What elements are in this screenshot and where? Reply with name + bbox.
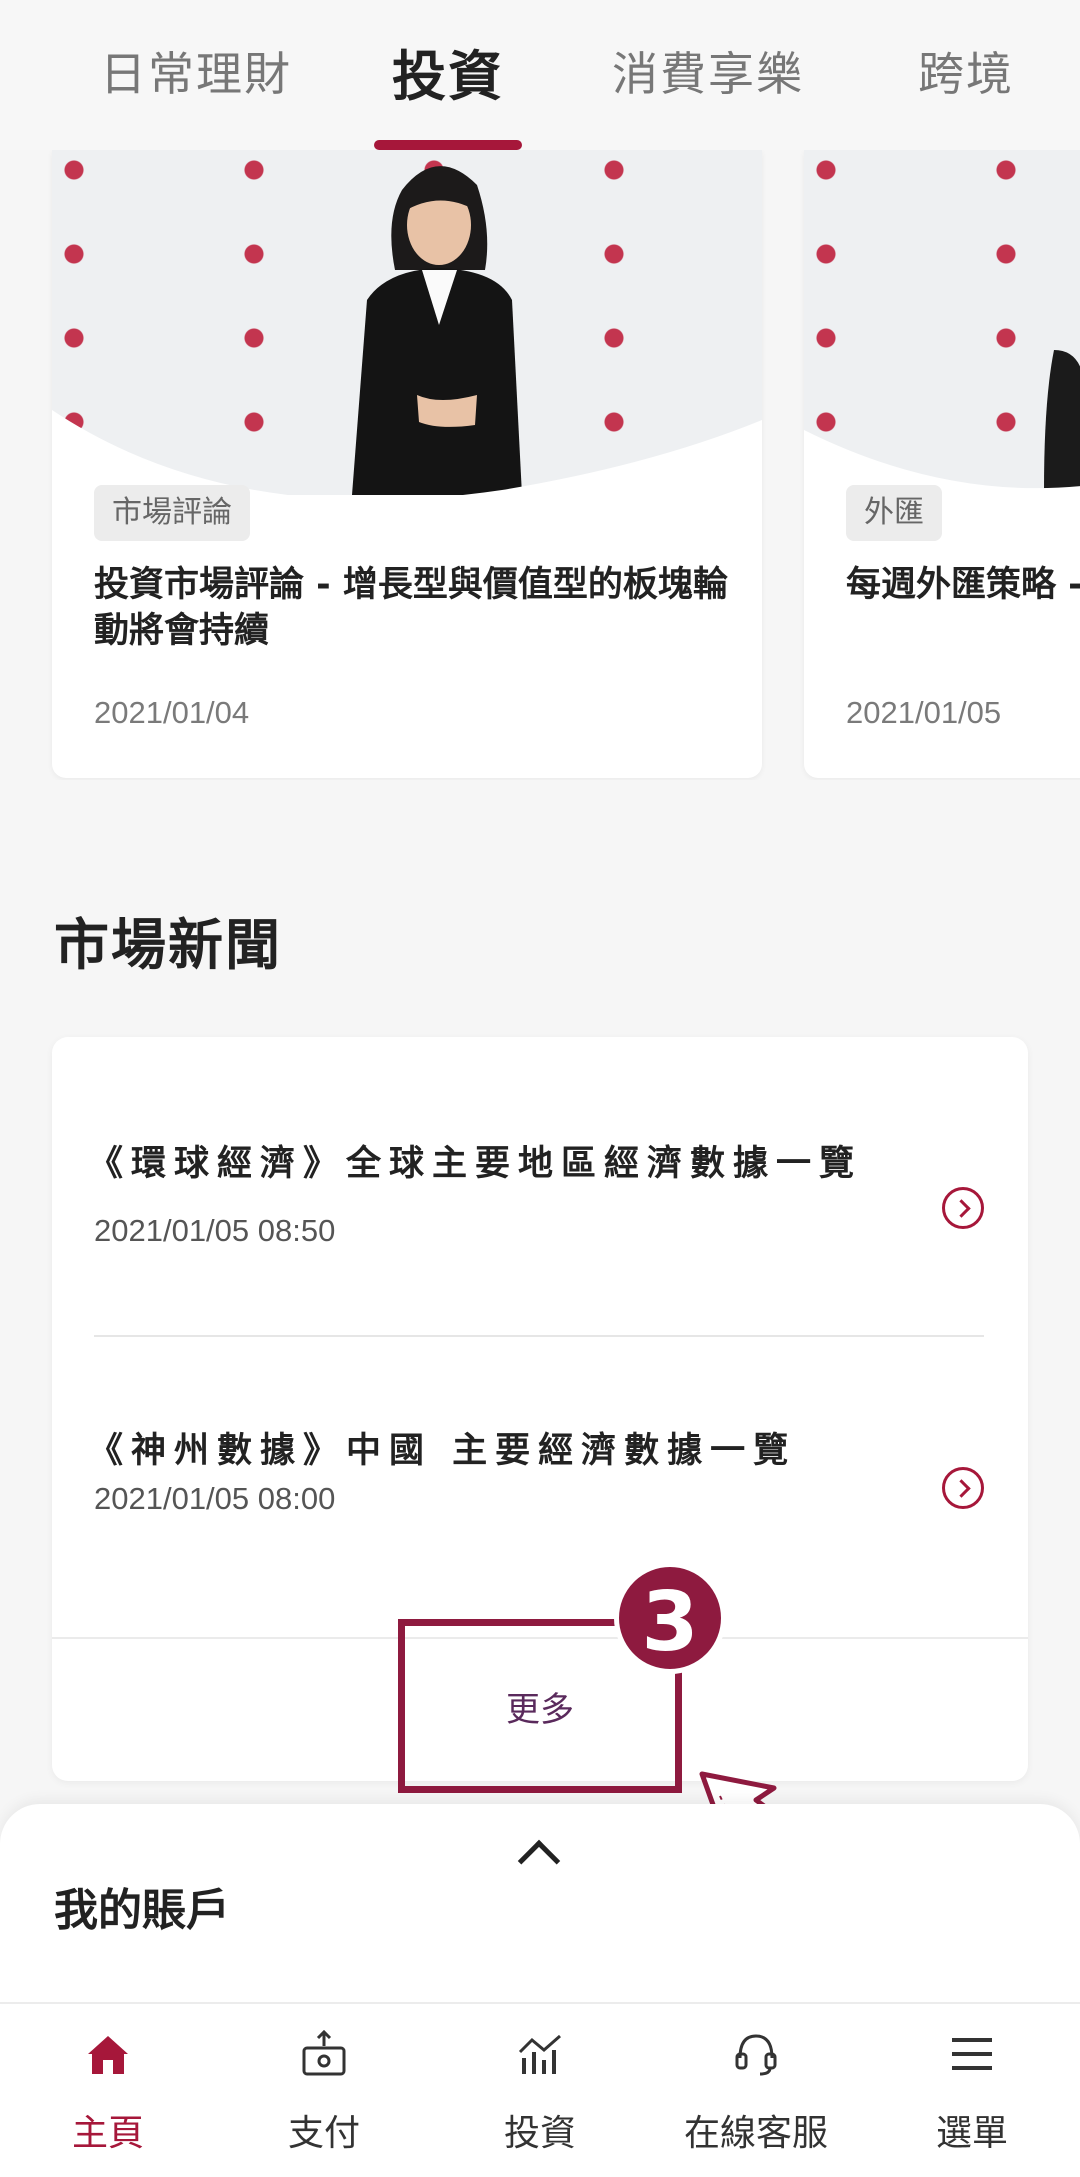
article-image <box>52 150 762 495</box>
nav-home[interactable]: 主頁 <box>0 2004 216 2177</box>
payment-icon <box>302 2030 346 2076</box>
article-carousel[interactable]: 市場評論 投資市場評論 - 增長型與價值型的板塊輪動將會持續 2021/01/0… <box>0 150 1080 780</box>
chevron-right-circle-icon[interactable] <box>942 1467 984 1509</box>
article-card[interactable]: 市場評論 投資市場評論 - 增長型與價值型的板塊輪動將會持續 2021/01/0… <box>52 150 762 778</box>
menu-icon <box>952 2038 992 2070</box>
nav-label: 主頁 <box>71 2113 144 2154</box>
tab-cross-border[interactable]: 跨境 <box>918 38 1014 104</box>
active-tab-indicator <box>374 140 522 150</box>
nav-label: 投資 <box>503 2113 576 2154</box>
article-image <box>804 150 1080 495</box>
nav-menu[interactable]: 選單 <box>864 2004 1080 2177</box>
article-date: 2021/01/04 <box>94 695 250 730</box>
market-news-heading: 市場新聞 <box>54 913 283 977</box>
account-drawer-title: 我的賬戶 <box>54 1885 230 1936</box>
article-title: 投資市場評論 - 增長型與價值型的板塊輪動將會持續 <box>94 565 728 651</box>
nav-label: 支付 <box>287 2113 360 2154</box>
tab-investment[interactable]: 投資 <box>392 32 504 111</box>
chevron-up-icon[interactable] <box>517 1839 561 1883</box>
investment-chart-icon <box>518 2034 561 2074</box>
news-title[interactable]: 《神州數據》中國 主要經濟數據一覽 <box>88 1422 796 1473</box>
news-title[interactable]: 《環球經濟》全球主要地區經濟數據一覽 <box>88 1135 862 1186</box>
nav-investment[interactable]: 投資 <box>432 2004 648 2177</box>
bottom-navigation: 主頁 支付 投資 在線客服 選單 <box>0 2002 1080 2177</box>
article-date: 2021/01/05 <box>846 695 1002 730</box>
image-wave <box>52 410 762 495</box>
tab-lifestyle[interactable]: 消費享樂 <box>612 38 804 104</box>
nav-label: 在線客服 <box>683 2113 828 2154</box>
home-icon <box>88 2036 128 2074</box>
divider <box>94 1335 984 1337</box>
chevron-right-circle-icon[interactable] <box>942 1187 984 1229</box>
article-card[interactable]: 外匯 每週外匯策略 - 減弱 2021/01/05 <box>804 150 1080 778</box>
step-number-badge: 3 <box>614 1562 726 1674</box>
top-tab-bar: 日常理財 投資 消費享樂 跨境 <box>0 0 1080 150</box>
article-tag: 外匯 <box>846 485 942 541</box>
nav-payment[interactable]: 支付 <box>216 2004 432 2177</box>
tab-daily-finance[interactable]: 日常理財 <box>100 38 292 104</box>
news-date: 2021/01/05 08:00 <box>94 1481 336 1516</box>
article-title: 每週外匯策略 - 減弱 <box>846 565 1080 605</box>
account-drawer[interactable]: 我的賬戶 <box>0 1804 1080 2004</box>
nav-customer-service[interactable]: 在線客服 <box>648 2004 864 2177</box>
news-date: 2021/01/05 08:50 <box>94 1213 336 1248</box>
image-wave <box>804 430 1080 495</box>
nav-label: 選單 <box>935 2113 1008 2154</box>
headset-icon <box>735 2034 777 2076</box>
article-tag: 市場評論 <box>94 485 250 541</box>
